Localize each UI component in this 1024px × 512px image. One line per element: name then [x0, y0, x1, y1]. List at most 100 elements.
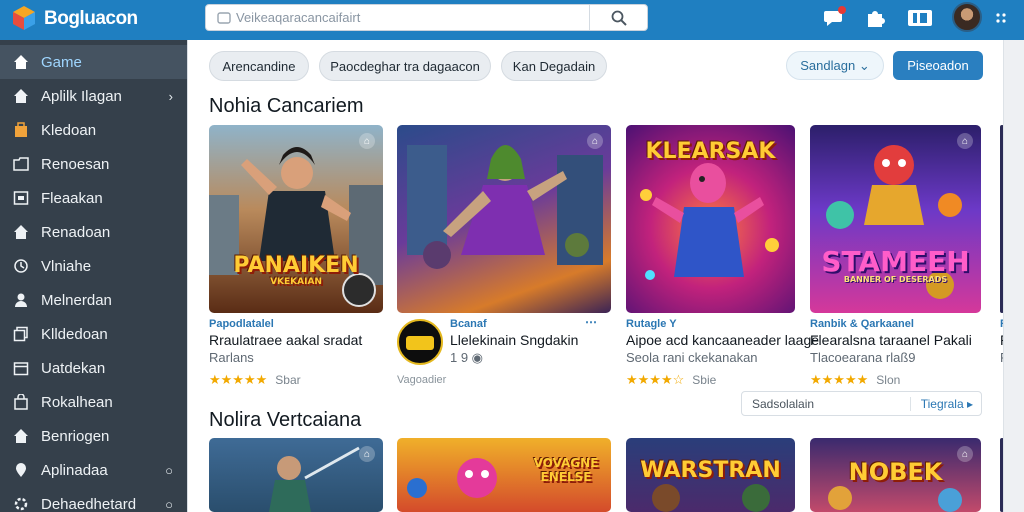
sidebar-item-label: Aplilk Ilagan	[41, 87, 122, 105]
game-card[interactable]: VOVAGNE ENELSE	[397, 438, 611, 512]
sidebar-item-label: Aplinadaa	[41, 461, 108, 479]
bookmark-icon[interactable]: ⌂	[359, 133, 375, 149]
sidebar-item-game[interactable]: Game	[0, 45, 187, 79]
card-subtitle: Seola rani ckekanakan	[626, 350, 758, 365]
sidebar-item-label: Kledoan	[41, 121, 97, 139]
card-name[interactable]: Flearalsna taraanel Pakali	[810, 332, 972, 348]
search-button[interactable]	[589, 5, 647, 30]
card-art-title: STAMEEH	[821, 245, 970, 278]
sidebar-item-label: Dehaedhetard	[41, 495, 137, 512]
filter-box-action[interactable]: Tiegrala ▸	[909, 397, 973, 411]
game-card[interactable]: STAMEEH BANNER OF DESERADS ⌂	[810, 125, 981, 313]
primary-button[interactable]: Piseoadon	[893, 51, 983, 80]
filter-box-label: Sadsolalain	[752, 397, 815, 411]
sidebar-item-label: Rokalhean	[41, 393, 113, 411]
media-icon	[908, 10, 932, 26]
filter-box[interactable]: Sadsolalain Tiegrala ▸	[741, 391, 982, 416]
home-icon	[14, 89, 28, 103]
sidebar-item-rokalhean[interactable]: Rokalhean	[0, 385, 187, 419]
game-card[interactable]: ⌂	[397, 125, 611, 313]
search-field-icon	[217, 12, 231, 24]
search-icon	[611, 10, 627, 26]
puzzle-icon	[868, 11, 885, 27]
rating-text: Sbar	[275, 373, 301, 387]
media-button[interactable]	[906, 7, 934, 29]
game-art	[826, 145, 962, 299]
sidebar-item-label: Klldedoan	[41, 325, 108, 343]
rating-text: Sbie	[692, 373, 717, 387]
sidebar-item-kledoan[interactable]: Kledoan	[0, 113, 187, 147]
bookmark-icon[interactable]: ⌂	[957, 446, 973, 462]
app-icon[interactable]	[397, 319, 443, 365]
bookmark-icon[interactable]: ⌂	[587, 133, 603, 149]
pin-icon	[16, 463, 26, 477]
filter-chip[interactable]: Paocdeghar tra dagaacon	[319, 51, 491, 81]
filter-chip[interactable]: Arencandine	[209, 51, 309, 81]
app-logo-icon[interactable]	[10, 4, 38, 32]
rating-stars: ★★★★★ Sbar	[209, 372, 301, 387]
circle-icon: ○	[165, 496, 173, 512]
sidebar-item-renadoan[interactable]: Renadoan	[0, 215, 187, 249]
copy-icon	[13, 326, 28, 342]
game-card[interactable]: NOBEK ⌂	[810, 438, 981, 512]
puzzle-button[interactable]	[863, 7, 887, 29]
sidebar-item-renoesan[interactable]: Renoesan	[0, 147, 187, 181]
clock-icon	[14, 259, 28, 273]
bookmark-icon[interactable]: ⌂	[957, 133, 973, 149]
user-icon	[15, 293, 27, 307]
user-avatar[interactable]	[952, 2, 982, 32]
sidebar: Game Aplilk Ilagan › Kledoan Renoesan Fl…	[0, 40, 187, 512]
folder-icon	[13, 157, 29, 171]
apps-menu-button[interactable]	[992, 7, 1010, 29]
home-icon	[14, 429, 28, 443]
bookmark-icon[interactable]: ⌂	[359, 446, 375, 462]
game-card[interactable]: ⌂	[209, 438, 383, 512]
card-art-subtitle: BANNER OF DESERADS	[843, 275, 948, 284]
card-name[interactable]: Aipoe acd kancaaneader laage	[626, 332, 819, 348]
rating-stars: ★★★★☆ Sbie	[626, 372, 717, 387]
top-bar: Bogluacon Veikeaqaracancaifairt	[0, 0, 1024, 40]
sidebar-item-melnerdan[interactable]: Melnerdan	[0, 283, 187, 317]
image-icon	[13, 191, 29, 205]
game-art	[407, 145, 603, 269]
card-category: Bcanaf	[450, 318, 487, 330]
card-name[interactable]: Rraulatraee aakal sradat	[209, 332, 362, 348]
rating-text: Slon	[876, 373, 901, 387]
card-art-subtitle: VKEKAIAN	[270, 277, 322, 287]
game-card[interactable]: KLEARSAK	[626, 125, 795, 313]
filter-chip[interactable]: Kan Degadain	[501, 51, 607, 81]
sort-dropdown[interactable]: Sandlagn ⌄	[786, 51, 884, 80]
card-subtitle: Tlacoearana rlaß9	[810, 350, 916, 365]
chat-notification-button[interactable]	[822, 6, 846, 29]
main-content: Arencandine Paocdeghar tra dagaacon Kan …	[187, 40, 1010, 512]
sidebar-item-klldedoan[interactable]: Klldedoan	[0, 317, 187, 351]
sidebar-item-label: Uatdekan	[41, 359, 106, 377]
sidebar-item-uatdekan[interactable]: Uatdekan	[0, 351, 187, 385]
sidebar-item-benriogen[interactable]: Benriogen	[0, 419, 187, 453]
section-title: Nohia Cancariem	[209, 95, 364, 117]
game-art	[269, 446, 360, 512]
notification-dot	[838, 6, 846, 14]
game-card[interactable]: PANAIKEN VKEKAIAN ⌂	[209, 125, 383, 313]
card-art-title: WARSTRAN	[640, 458, 781, 483]
card-name[interactable]: Llelekinain Sngdakin	[450, 332, 578, 348]
sidebar-item-vlniahe[interactable]: Vlniahe	[0, 249, 187, 283]
sidebar-item-label: Fleaakan	[41, 189, 103, 207]
sidebar-item-label: Renoesan	[41, 155, 110, 173]
section-title: Nolira Vertcaiana	[209, 409, 362, 431]
search-box[interactable]: Veikeaqaracancaifairt	[205, 4, 648, 31]
scrollbar[interactable]	[1003, 40, 1024, 512]
calendar-icon	[13, 362, 29, 376]
sidebar-item-label: Melnerdan	[41, 291, 112, 309]
game-card[interactable]: WARSTRAN	[626, 438, 795, 512]
bag-icon	[14, 394, 28, 410]
rating-stars: ★★★★★ Slon	[810, 372, 901, 387]
search-input[interactable]: Veikeaqaracancaifairt	[236, 10, 360, 25]
sidebar-item-dehaedhetard[interactable]: Dehaedhetard ○	[0, 487, 187, 512]
sidebar-item-apps[interactable]: Aplilk Ilagan ›	[0, 79, 187, 113]
sidebar-item-fleaakan[interactable]: Fleaakan	[0, 181, 187, 215]
card-developer: Vagoadier	[397, 374, 447, 386]
more-options-icon[interactable]: ⋯	[585, 315, 597, 329]
sidebar-item-aplinadaa[interactable]: Aplinadaa ○	[0, 453, 187, 487]
home-icon	[14, 225, 28, 239]
